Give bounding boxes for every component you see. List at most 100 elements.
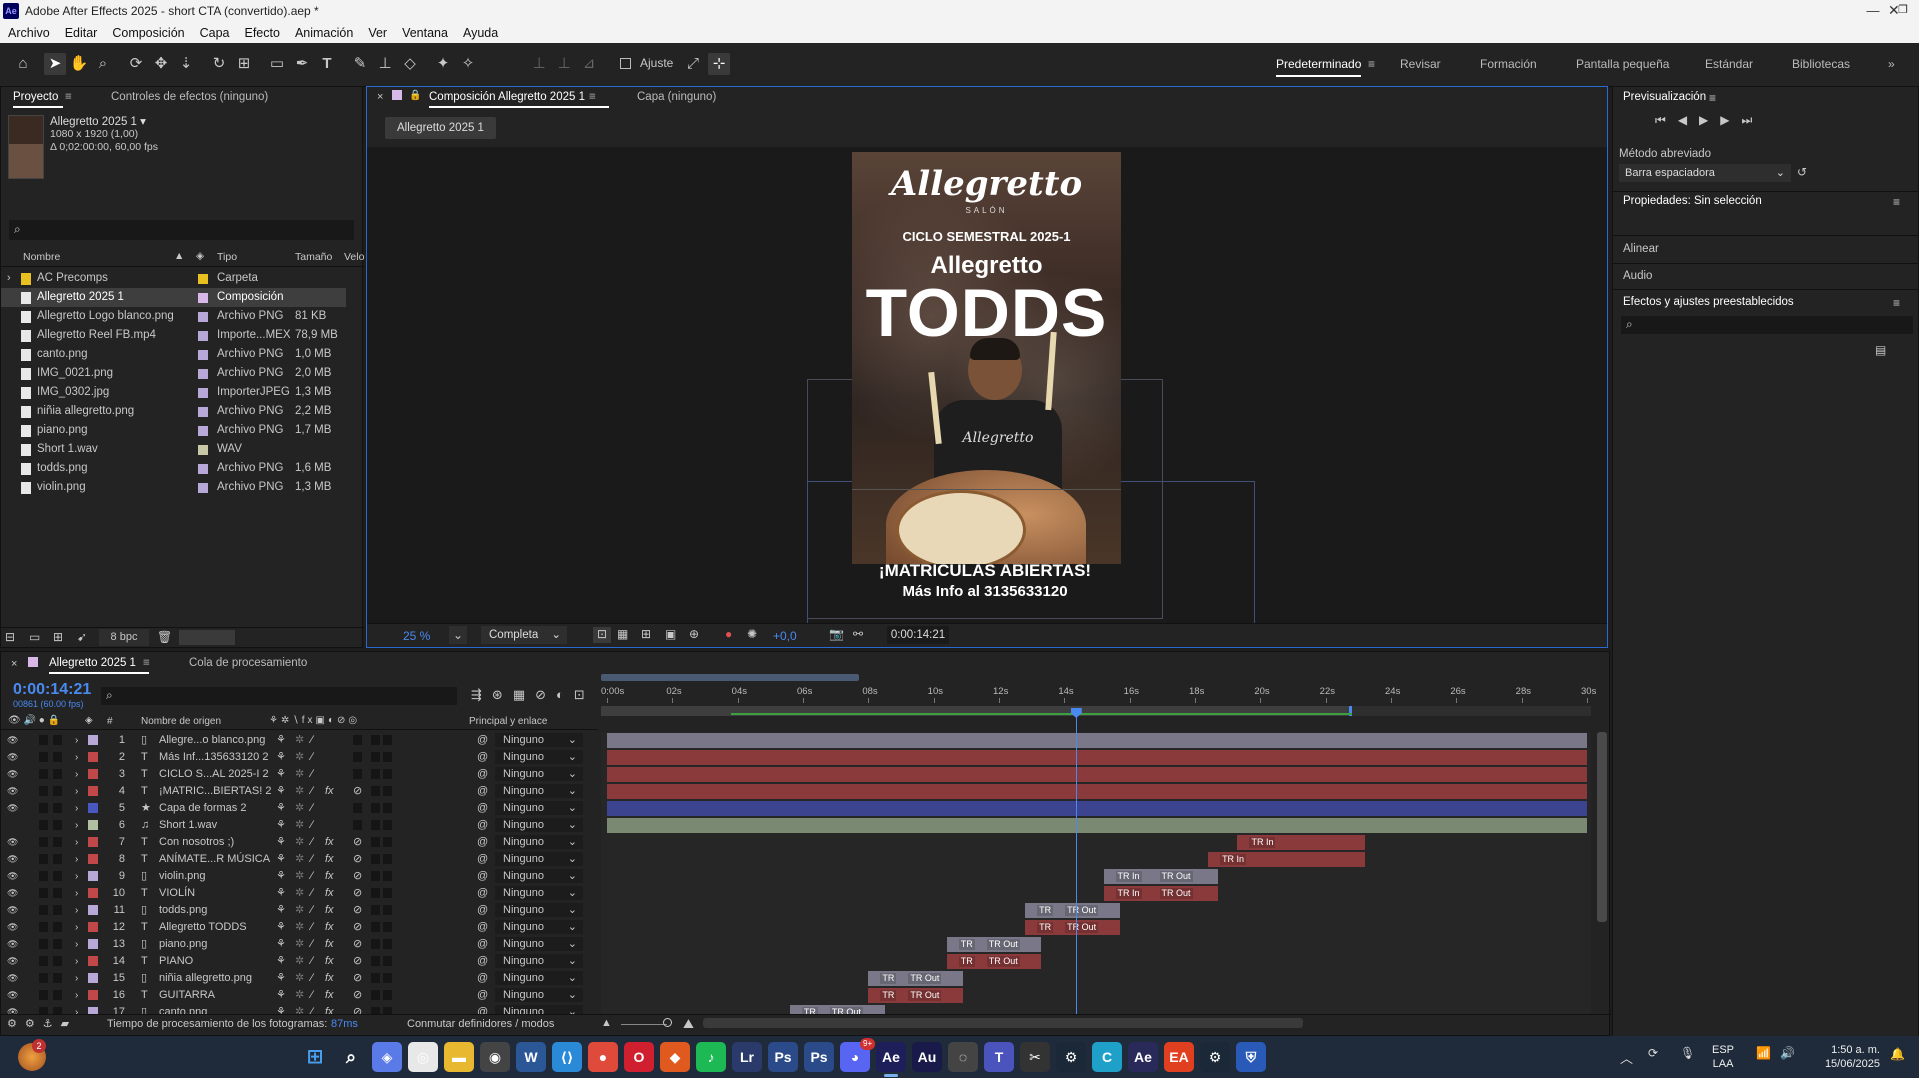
expand-icon[interactable]: › [75,817,78,834]
motion-blur-icon[interactable]: ⊘ [353,919,362,936]
section-audio[interactable]: Audio [1623,270,1652,282]
solo-toggle[interactable] [39,837,48,847]
layer-bar[interactable]: TR TR Out [789,1005,885,1014]
quality-icon[interactable]: ∕ [311,987,313,1004]
effects-fx-icon[interactable]: fx [325,936,334,953]
collapse-icon[interactable]: ✲ [295,919,304,936]
time-navigator[interactable] [601,674,859,681]
zoom-slider[interactable] [621,1024,667,1025]
visibility-eye-icon[interactable]: 👁 [7,1004,18,1014]
layer-row[interactable]: 👁 › 11 ▯ todds.png ⚘ ✲ ∕ fx ⊘ @ Ninguno ⌄ [1,902,598,919]
switch-toggle[interactable] [371,922,380,932]
switch-toggle[interactable] [371,1007,380,1014]
layer-bar[interactable]: TR In [1208,852,1365,867]
motion-blur-icon[interactable]: ⊘ [353,868,362,885]
quality-icon[interactable]: ∕ [311,868,313,885]
layer-bar[interactable]: TR TR Out [868,971,964,986]
effects-fx-icon[interactable]: fx [325,834,334,851]
tab-composicion[interactable]: Composición Allegretto 2025 1 [429,91,585,103]
layer-label-swatch[interactable] [88,820,98,830]
marker-label[interactable]: TR Out [1065,905,1099,916]
shy-icon[interactable]: ⚘ [276,783,286,800]
effects-fx-icon[interactable]: fx [325,851,334,868]
hide-shy-icon[interactable]: ▦ [513,687,535,702]
switch-toggle[interactable] [371,854,380,864]
solo-toggle[interactable] [39,990,48,1000]
layer-label-swatch[interactable] [88,871,98,881]
switch-toggle[interactable] [383,820,392,830]
marker-label[interactable]: TR [880,973,897,984]
marker-label[interactable]: TR Out [986,956,1020,967]
effects-fx-icon[interactable]: fx [325,970,334,987]
label-swatch[interactable] [198,426,208,436]
pan-camera-icon[interactable]: ✥ [150,53,172,75]
parent-dropdown[interactable]: Ninguno ⌄ [495,954,583,968]
layer-label-swatch[interactable] [88,973,98,983]
switch-toggle[interactable] [383,871,392,881]
axis-world-icon[interactable]: ⊥ [553,53,575,75]
delete-icon[interactable]: 🗑 [157,630,172,644]
lock-toggle[interactable] [53,956,62,966]
layer-row[interactable]: 👁 › 5 ★ Capa de formas 2 ⚘ ✲ ∕ @ Ninguno ⌄ [1,800,598,817]
solo-toggle[interactable] [39,1007,48,1014]
layer-label-swatch[interactable] [88,786,98,796]
effects-fx-icon[interactable]: fx [325,783,334,800]
solo-toggle[interactable] [39,803,48,813]
reset-icon[interactable]: ↺ [1797,165,1807,179]
footer-toggle-icons[interactable]: ⚙⚙⚓▰ [7,1017,77,1030]
motion-blur-icon[interactable]: ⊘ [353,902,362,919]
taskbar-app-copilot-icon[interactable]: ◈ [372,1042,402,1072]
solo-toggle[interactable] [39,786,48,796]
effects-fx-icon[interactable]: fx [325,987,334,1004]
pickwhip-icon[interactable]: @ [477,783,488,800]
layer-row[interactable]: 👁 › 8 T ANÍMATE...R MÚSICA ⚘ ✲ ∕ fx ⊘ @ Ninguno ⌄ [1,851,598,868]
sort-up-icon[interactable]: ▲ [174,250,184,262]
selection-tool-icon[interactable]: ➤ [44,53,66,75]
timeline-search-input[interactable]: ⌕ [101,687,457,705]
collapse-icon[interactable]: ✲ [295,1004,304,1014]
axis-local-icon[interactable]: ⊥ [528,53,550,75]
workspaces-overflow-icon[interactable]: » [1888,57,1895,71]
label-swatch[interactable] [198,369,208,379]
switch-toggle[interactable] [371,973,380,983]
shy-icon[interactable]: ⚘ [276,936,286,953]
parent-dropdown[interactable]: Ninguno ⌄ [495,920,583,934]
exposure-value[interactable]: +0,0 [773,629,797,643]
marker-label[interactable]: TR Out [986,939,1020,950]
taskbar-app-lr-icon[interactable]: Lr [732,1042,762,1072]
taskbar-app-vs-code-icon[interactable]: ⟨⟩ [552,1042,582,1072]
parent-dropdown[interactable]: Ninguno ⌄ [495,801,583,815]
marker-label[interactable]: TR [801,1007,818,1014]
taskbar-app-opera-icon[interactable]: O [624,1042,654,1072]
effects-fx-icon[interactable]: fx [325,885,334,902]
close-tab-icon[interactable]: × [11,658,17,670]
taskbar-app-obs-icon[interactable]: ◉ [480,1042,510,1072]
solo-toggle[interactable] [39,769,48,779]
switch-toggle[interactable] [371,820,380,830]
collapse-icon[interactable]: ✲ [295,936,304,953]
taskbar-app-chrome-icon[interactable]: ● [588,1042,618,1072]
show-snapshot-icon[interactable]: ⚯ [853,627,863,641]
pickwhip-icon[interactable]: @ [477,936,488,953]
language-indicator[interactable]: ESP LAA [1712,1043,1734,1071]
sync-icon[interactable]: ⟳ [1648,1046,1658,1060]
expand-icon[interactable]: › [75,902,78,919]
snapshot-icon[interactable]: 📷 [829,627,844,641]
shy-icon[interactable]: ⚘ [276,732,286,749]
parent-dropdown[interactable]: Ninguno ⌄ [495,733,583,747]
layer-label-swatch[interactable] [88,769,98,779]
layer-label-swatch[interactable] [88,837,98,847]
layer-bar[interactable]: TR In TR Out [1103,886,1218,901]
zoom-in-icon[interactable]: ⛰ [683,1016,694,1032]
label-column-icon[interactable]: ◈ [85,715,93,726]
play-icon[interactable]: ▶ [1699,113,1720,127]
motion-blur-icon[interactable]: ⊘ [353,851,362,868]
expand-icon[interactable]: › [75,936,78,953]
pickwhip-icon[interactable]: @ [477,970,488,987]
timeline-scrollbar[interactable] [1597,732,1607,922]
parent-dropdown[interactable]: Ninguno ⌄ [495,852,583,866]
taskbar-app-ps-icon[interactable]: Ps [768,1042,798,1072]
tab-menu-icon[interactable]: ≡ [143,657,150,669]
project-item[interactable]: piano.png Archivo PNG 1,7 MB [1,421,346,440]
shy-icon[interactable]: ⚘ [276,885,286,902]
